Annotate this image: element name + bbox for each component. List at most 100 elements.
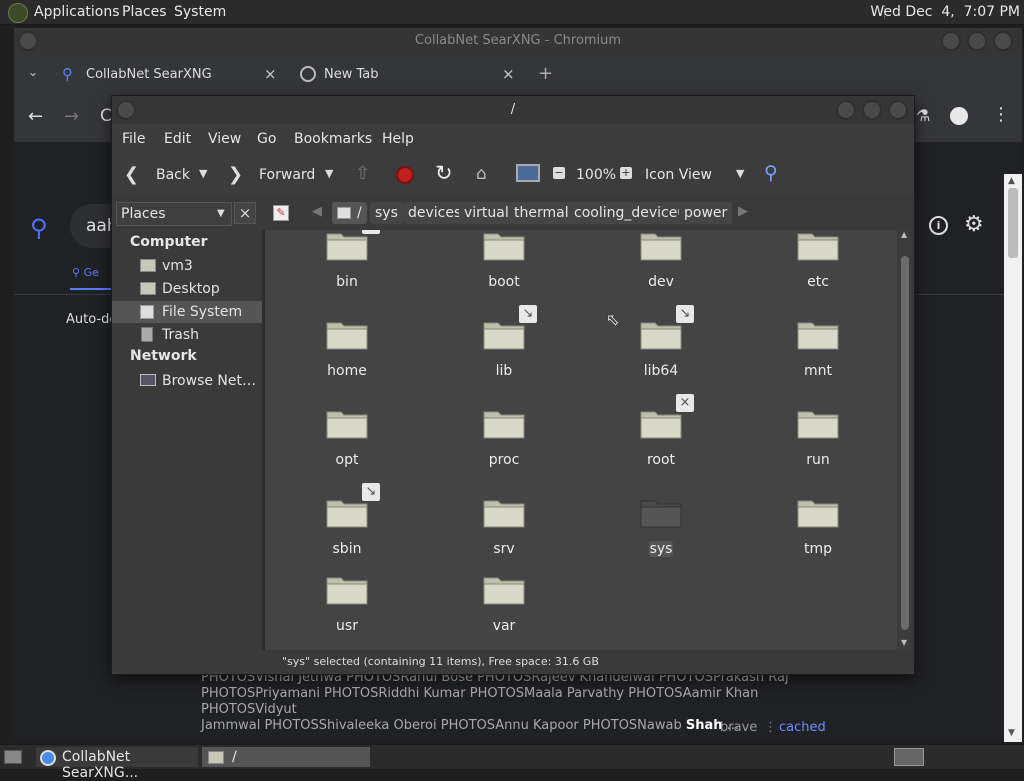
new-tab-plus-icon[interactable]: + — [538, 63, 553, 84]
clock[interactable]: Wed Dec 4, 7:07 PM — [870, 4, 1020, 20]
zoom-in-icon[interactable]: + — [620, 167, 632, 179]
folder-dev[interactable]: dev — [601, 230, 721, 304]
tab-close-icon[interactable]: × — [264, 65, 277, 83]
close-sidebar-icon[interactable]: × — [234, 202, 256, 224]
folder-root[interactable]: × root — [601, 394, 721, 482]
general-tab-fragment[interactable]: ⚲ Ge — [72, 266, 99, 279]
folder-run[interactable]: run — [758, 402, 878, 482]
profile-avatar-icon[interactable] — [950, 107, 968, 125]
menu-go[interactable]: Go — [257, 131, 276, 147]
scroll-down-arrow-icon[interactable]: ▼ — [1008, 728, 1015, 738]
up-arrow-icon[interactable]: ⇧ — [355, 163, 370, 184]
applications-menu[interactable]: Applications — [34, 4, 120, 20]
folder-sbin[interactable]: ↘ sbin — [287, 483, 407, 571]
back-arrow-icon[interactable]: ❮ — [124, 164, 139, 185]
breadcrumb-virtual[interactable]: virtual — [459, 202, 514, 224]
menu-help[interactable]: Help — [382, 131, 414, 147]
folder-icon — [796, 495, 840, 529]
scroll-down-arrow-icon[interactable]: ▼ — [901, 638, 907, 647]
sidebar-item-vm3[interactable]: vm3 — [112, 255, 262, 277]
places-menu[interactable]: Places — [122, 4, 167, 20]
breadcrumb-left-arrow-icon[interactable]: ◀ — [312, 204, 322, 219]
maximize-button[interactable] — [862, 100, 882, 120]
home-icon[interactable]: ⌂ — [476, 164, 487, 184]
minimize-button[interactable] — [941, 31, 961, 51]
folder-var[interactable]: var — [444, 568, 564, 648]
close-button[interactable] — [993, 31, 1013, 51]
back-history-dropdown-icon[interactable]: ▼ — [199, 167, 207, 180]
breadcrumb-thermal[interactable]: thermal — [509, 202, 574, 224]
taskbar-item-chromium[interactable]: CollabNet SearXNG... — [36, 747, 198, 781]
close-button[interactable] — [888, 100, 908, 120]
menu-view[interactable]: View — [208, 131, 241, 147]
folder-home[interactable]: home — [287, 313, 407, 393]
folder-proc[interactable]: proc — [444, 402, 564, 482]
page-scrollbar[interactable]: ▲ ▼ — [1004, 174, 1022, 742]
view-mode-select[interactable]: Icon View — [645, 167, 712, 183]
breadcrumb-sys[interactable]: sys — [370, 202, 403, 224]
folder-usr[interactable]: usr — [287, 568, 407, 648]
breadcrumb-right-arrow-icon[interactable]: ▶ — [738, 204, 748, 219]
computer-icon[interactable] — [516, 164, 540, 182]
menu-edit[interactable]: Edit — [164, 131, 191, 147]
stop-icon[interactable] — [396, 166, 414, 184]
folder-lib[interactable]: ↘ lib — [444, 305, 564, 393]
scrollbar-thumb[interactable] — [901, 256, 909, 630]
back-button[interactable]: Back — [156, 167, 190, 183]
view-mode-dropdown-icon[interactable]: ▼ — [736, 167, 744, 180]
folder-opt[interactable]: opt — [287, 402, 407, 482]
distro-logo-icon[interactable] — [8, 3, 28, 23]
folder-icon — [325, 230, 369, 262]
breadcrumb-root[interactable]: / — [332, 202, 367, 224]
breadcrumb-power[interactable]: power — [679, 202, 733, 224]
folder-boot[interactable]: boot — [444, 230, 564, 304]
zoom-out-icon[interactable]: − — [553, 167, 565, 179]
taskbar-item-file-manager[interactable]: / — [202, 747, 370, 767]
show-desktop-icon[interactable] — [4, 750, 22, 764]
forward-arrow-icon[interactable]: → — [64, 106, 79, 127]
sidebar-item-desktop[interactable]: Desktop — [112, 278, 262, 300]
sidebar-item-browse-network[interactable]: Browse Net… — [112, 370, 262, 392]
folder-mnt[interactable]: mnt — [758, 313, 878, 393]
folder-etc[interactable]: etc — [758, 230, 878, 304]
menu-file[interactable]: File — [122, 131, 145, 147]
back-arrow-icon[interactable]: ← — [28, 106, 43, 127]
workspace-switcher-icon[interactable] — [894, 748, 924, 766]
folder-bin[interactable]: ↘ bin — [287, 230, 407, 304]
tab-strip: ⌄ ⚲ CollabNet SearXNG × New Tab × + — [14, 54, 1022, 94]
sidebar-selector[interactable]: Places ▼ — [116, 202, 232, 226]
folder-sys[interactable]: sys — [601, 491, 721, 571]
info-icon[interactable]: i — [929, 216, 948, 235]
tab-new-tab[interactable]: New Tab × — [290, 60, 520, 90]
scroll-up-arrow-icon[interactable]: ▲ — [1008, 176, 1015, 186]
forward-button[interactable]: Forward — [259, 167, 315, 183]
maximize-button[interactable] — [967, 31, 987, 51]
forward-arrow-icon[interactable]: ❯ — [228, 164, 243, 185]
tab-close-icon[interactable]: × — [502, 65, 515, 83]
folder-srv[interactable]: srv — [444, 491, 564, 571]
tab-searxng[interactable]: ⚲ CollabNet SearXNG × — [52, 60, 282, 90]
icon-view-scrollbar-track[interactable]: ▲ ▼ — [899, 230, 911, 650]
folder-icon — [325, 572, 369, 606]
settings-gear-icon[interactable]: ⚙ — [964, 212, 984, 237]
minimize-button[interactable] — [836, 100, 856, 120]
folder-tmp[interactable]: tmp — [758, 491, 878, 571]
scroll-up-arrow-icon[interactable]: ▲ — [901, 230, 907, 239]
search-icon[interactable]: ⚲ — [764, 162, 778, 184]
status-text: "sys" selected (containing 11 items), Fr… — [282, 655, 599, 668]
tab-search-chevron-icon[interactable]: ⌄ — [28, 65, 38, 79]
kebab-menu-icon[interactable]: ⋮ — [992, 104, 1010, 125]
breadcrumb-cooling-device0[interactable]: cooling_device0 — [569, 202, 692, 224]
breadcrumb-devices[interactable]: devices — [403, 202, 467, 224]
reload-icon[interactable]: ↻ — [435, 161, 453, 185]
sidebar-item-trash[interactable]: Trash — [112, 324, 262, 346]
edit-location-icon[interactable]: ✎ — [273, 205, 289, 221]
sidebar-item-file-system[interactable]: File System — [112, 301, 262, 323]
forward-history-dropdown-icon[interactable]: ▼ — [325, 167, 333, 180]
system-menu[interactable]: System — [174, 4, 226, 20]
labs-flask-icon[interactable]: ⚗ — [916, 106, 930, 125]
scrollbar-thumb[interactable] — [1008, 188, 1018, 258]
folder-name: mnt — [804, 363, 832, 379]
cached-link[interactable]: cached — [779, 720, 826, 735]
menu-bookmarks[interactable]: Bookmarks — [294, 131, 372, 147]
